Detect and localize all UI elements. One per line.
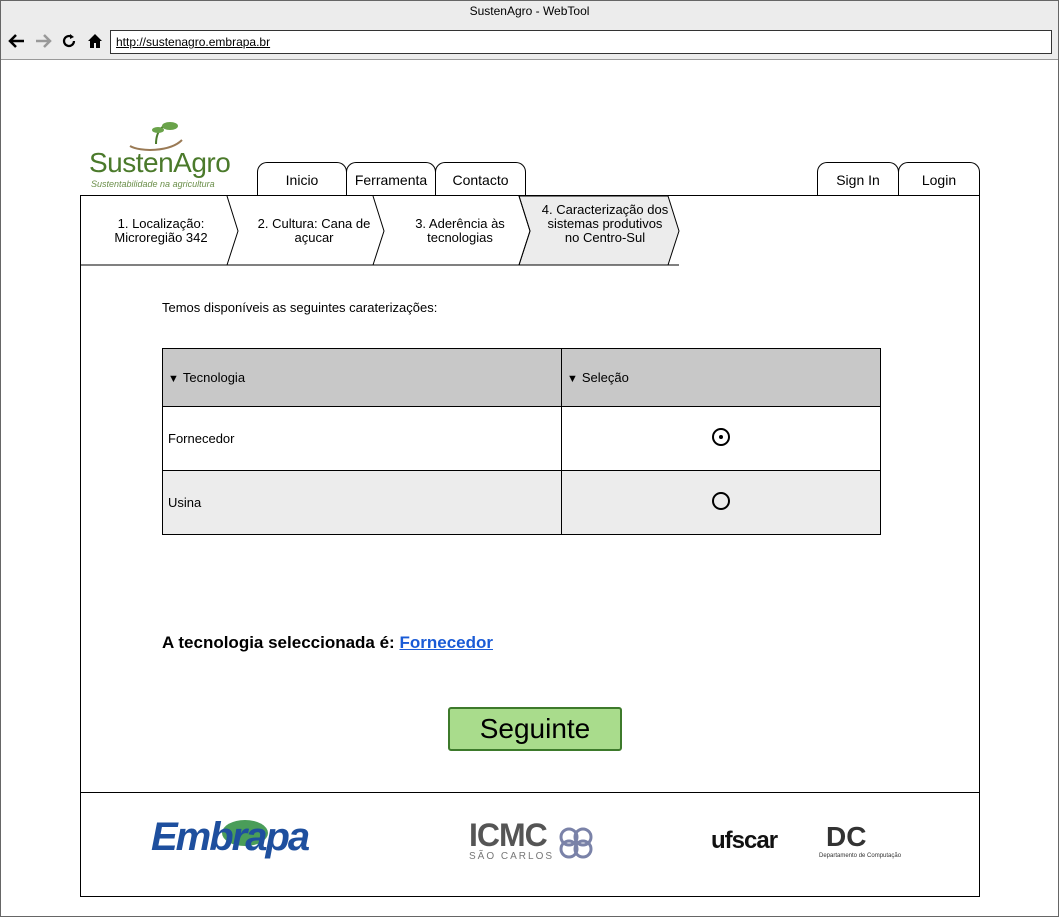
logo-text: SustenAgro xyxy=(89,147,231,178)
step-4[interactable]: 4. Caracterização dos sistemas produtivo… xyxy=(541,203,669,245)
table-cell-selection xyxy=(561,470,881,535)
selected-technology: A tecnologia seleccionada é: Fornecedor xyxy=(162,633,493,653)
window-title: SustenAgro - WebTool xyxy=(1,1,1058,23)
technology-table: ▼ Tecnologia ▼ Seleção Fornecedor Usina xyxy=(162,348,881,535)
embrapa-logo: Embrapa xyxy=(151,815,310,859)
main-panel: 1. Localização: Microregião 342 2. Cultu… xyxy=(80,195,980,897)
wizard-steps: 1. Localização: Microregião 342 2. Cultu… xyxy=(81,196,979,266)
address-bar[interactable]: http://sustenagro.embrapa.br xyxy=(110,30,1052,54)
forward-arrow-icon[interactable] xyxy=(33,31,53,51)
login-tab[interactable]: Login xyxy=(898,162,980,196)
table-row[interactable]: Usina xyxy=(162,470,881,535)
tab-ferramenta[interactable]: Ferramenta xyxy=(346,162,436,196)
sustenagro-logo: SustenAgro Sustentabilidade na agricultu… xyxy=(80,114,247,192)
home-icon[interactable] xyxy=(85,31,105,51)
browser-toolbar: http://sustenagro.embrapa.br xyxy=(1,23,1058,60)
usp-emblem-icon xyxy=(559,827,593,859)
intro-text: Temos disponíveis as seguintes carateriz… xyxy=(162,300,438,315)
logo-tagline: Sustentabilidade na agricultura xyxy=(91,179,215,189)
table-row[interactable]: Fornecedor xyxy=(162,406,881,471)
selected-technology-link[interactable]: Fornecedor xyxy=(399,633,493,652)
sort-down-icon: ▼ xyxy=(567,373,578,385)
column-header-selecao[interactable]: ▼ Seleção xyxy=(561,348,881,407)
table-cell-name: Usina xyxy=(162,470,562,535)
back-arrow-icon[interactable] xyxy=(7,31,27,51)
icmc-logo: ICMC xyxy=(469,817,548,853)
step-2[interactable]: 2. Cultura: Cana de açucar xyxy=(247,217,381,245)
step-1[interactable]: 1. Localização: Microregião 342 xyxy=(103,217,219,245)
reload-icon[interactable] xyxy=(59,31,79,51)
next-button[interactable]: Seguinte xyxy=(448,707,622,751)
table-cell-name: Fornecedor xyxy=(162,406,562,471)
icmc-subtitle: SÃO CARLOS xyxy=(469,851,555,862)
radio-fornecedor[interactable] xyxy=(712,428,730,446)
tab-inicio[interactable]: Inicio xyxy=(257,162,347,196)
dc-logo: DC xyxy=(826,821,867,852)
sign-in-tab[interactable]: Sign In xyxy=(817,162,899,196)
sort-down-icon: ▼ xyxy=(168,373,179,385)
browser-window: SustenAgro - WebTool http://sustenagro.e… xyxy=(0,0,1059,917)
step-3[interactable]: 3. Aderência às tecnologias xyxy=(399,217,521,245)
footer-logos: Embrapa ICMC SÃO CARLOS ufscar DC Depart… xyxy=(81,792,979,896)
column-header-tecnologia[interactable]: ▼ Tecnologia xyxy=(162,348,562,407)
radio-usina[interactable] xyxy=(712,492,730,510)
ufscar-logo: ufscar xyxy=(711,827,778,854)
tab-contacto[interactable]: Contacto xyxy=(435,162,526,196)
table-cell-selection xyxy=(561,406,881,471)
selected-prefix: A tecnologia seleccionada é: xyxy=(162,633,395,652)
dc-subtitle: Departamento de Computação xyxy=(819,853,902,859)
